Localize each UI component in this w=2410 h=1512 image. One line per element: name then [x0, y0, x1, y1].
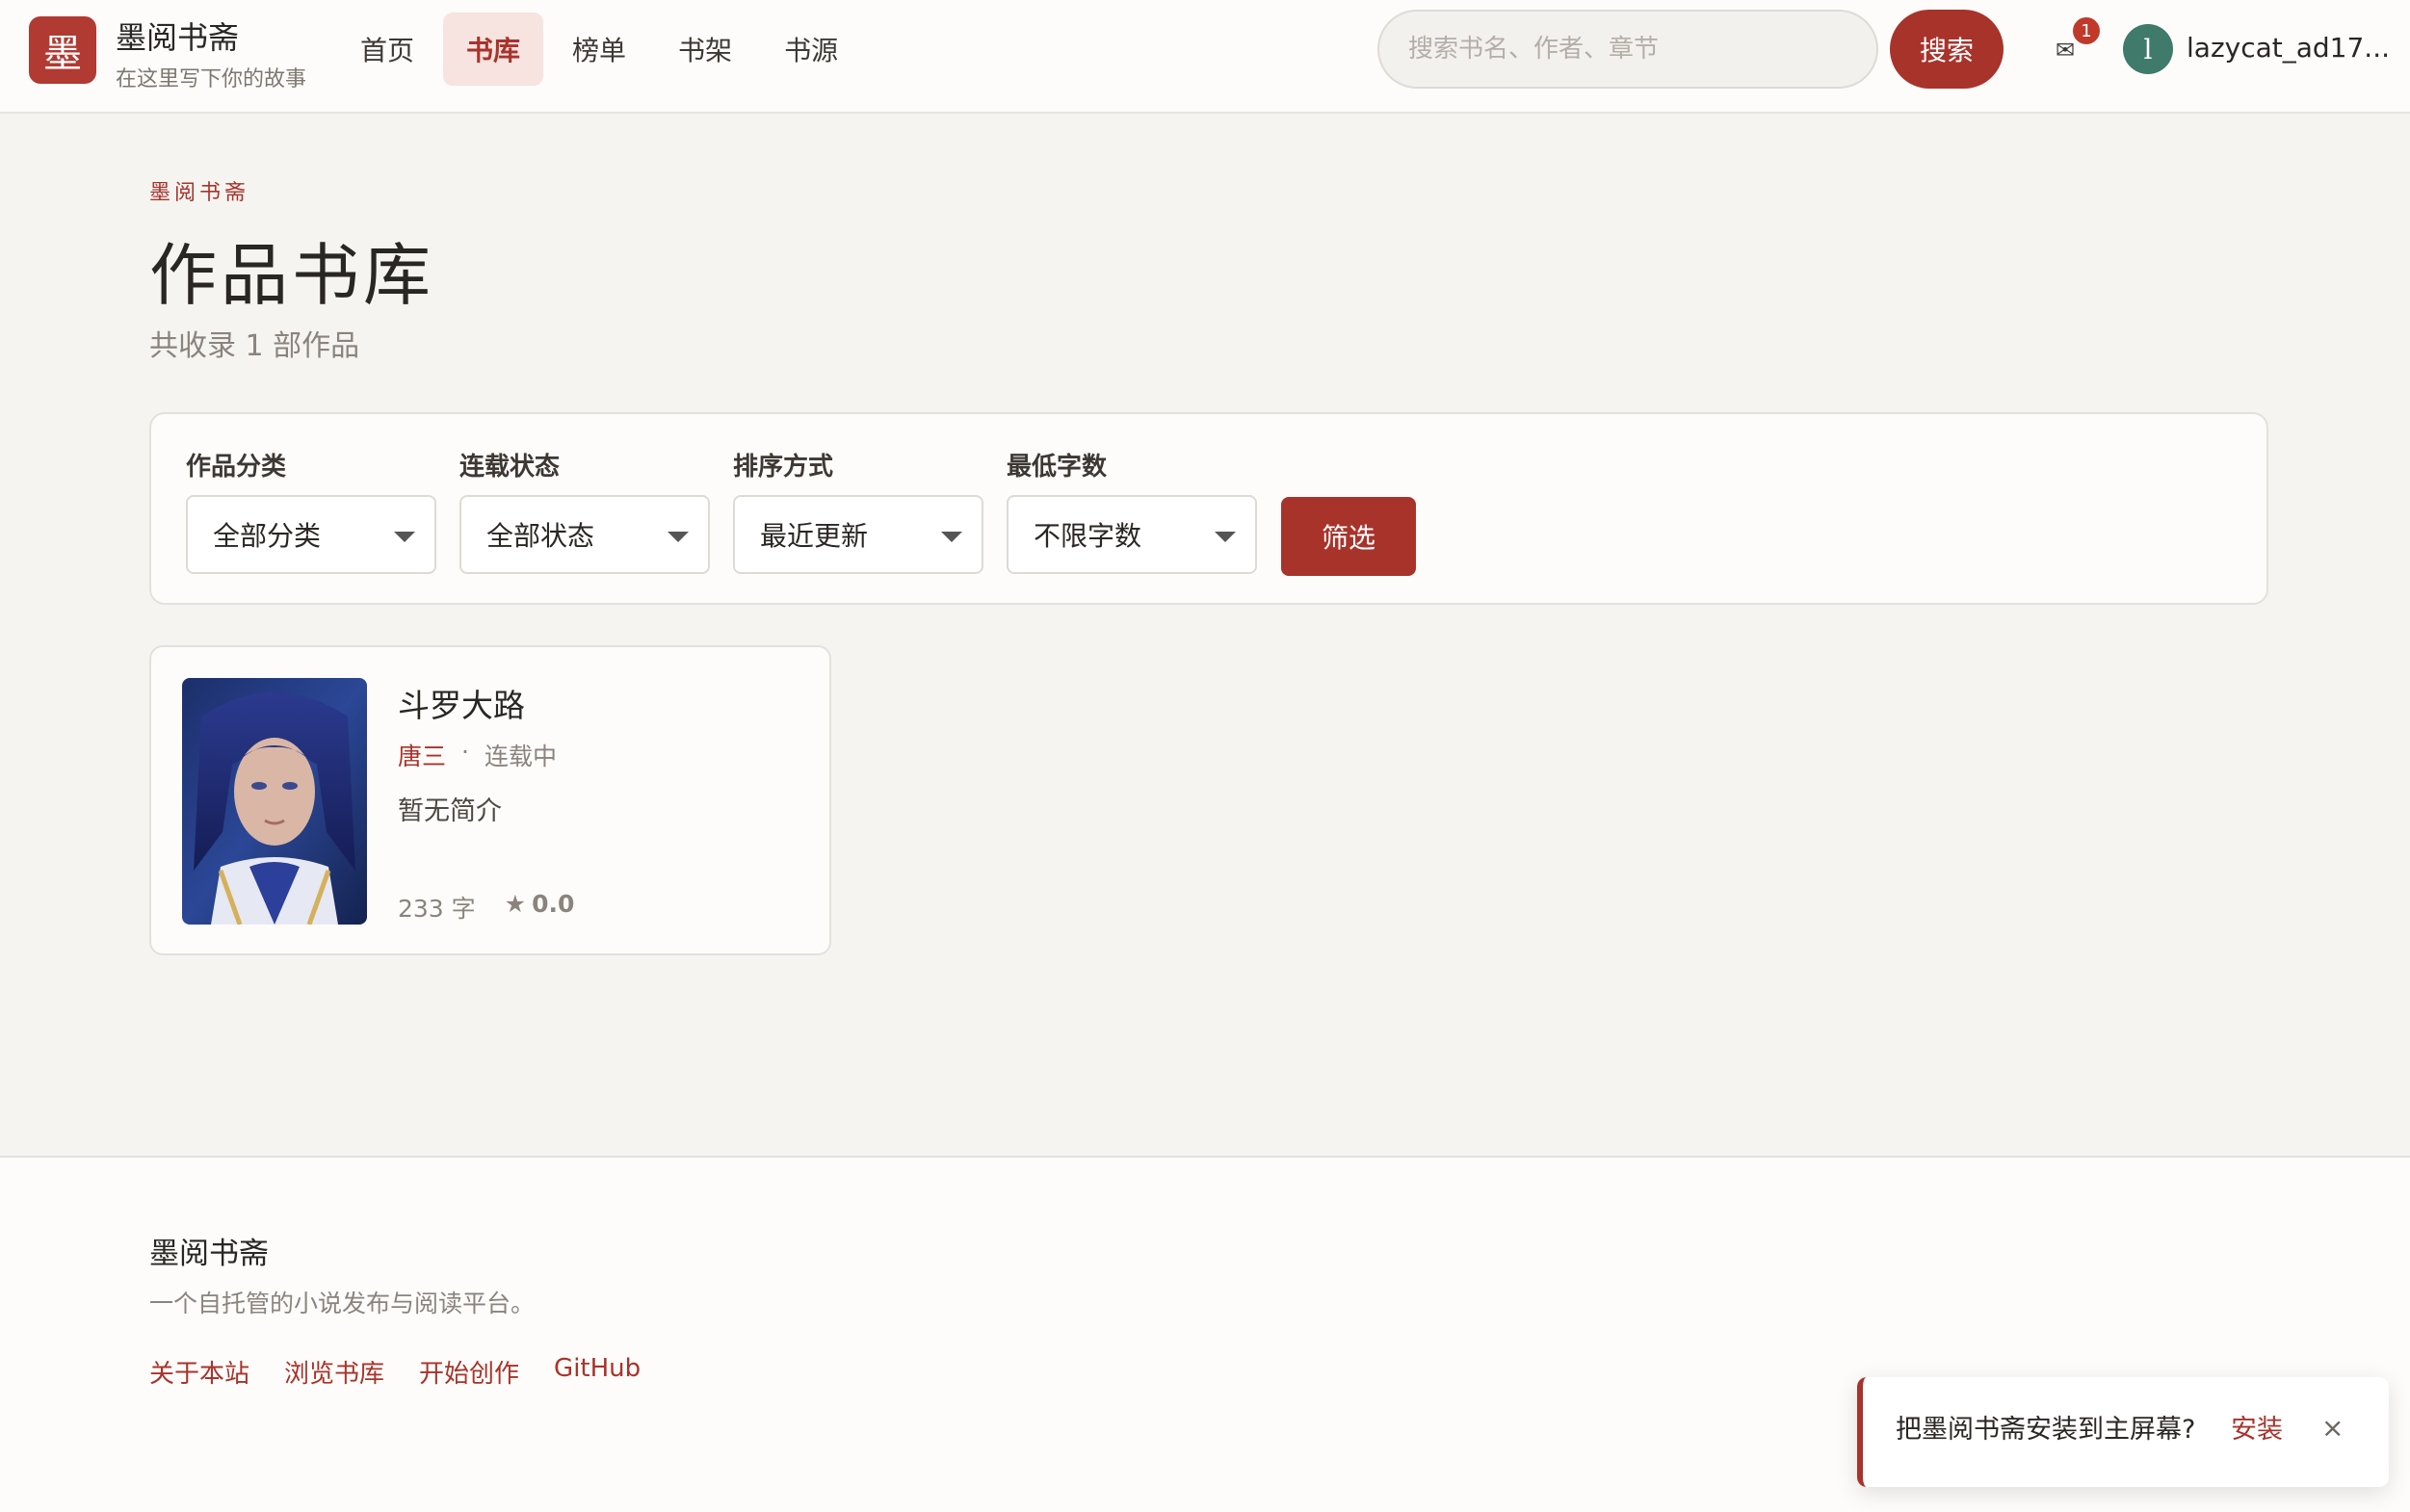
footer-link-github[interactable]: GitHub — [554, 1354, 641, 1390]
filter-panel: 作品分类 全部分类 连载状态 全部状态 排序方式 最近更新 最低字数 不限字数 … — [149, 412, 2268, 605]
install-button[interactable]: 安装 — [2231, 1408, 2283, 1446]
top-header: 墨 墨阅书斋 在这里写下你的故事 首页 书库 榜单 书架 书源 搜索 ✉ 1 l… — [0, 0, 2410, 114]
footer-link-write[interactable]: 开始创作 — [419, 1354, 519, 1390]
brand-name[interactable]: 墨阅书斋 — [116, 13, 239, 58]
book-card[interactable]: 斗罗大路 唐三 · 连载中 暂无简介 233 字 ★ 0.0 — [149, 645, 831, 955]
nav-home[interactable]: 首页 — [337, 13, 437, 86]
search-input[interactable] — [1377, 10, 1878, 89]
category-select[interactable]: 全部分类 — [186, 495, 436, 574]
site-logo[interactable]: 墨 — [29, 16, 96, 84]
min-words-select-value: 不限字数 — [1034, 520, 1142, 552]
filter-category: 作品分类 全部分类 — [186, 447, 436, 574]
meta-separator: · — [461, 738, 469, 766]
page-title: 作品书库 — [149, 236, 434, 315]
install-toast: 把墨阅书斋安装到主屏幕? 安装 × — [1857, 1377, 2389, 1487]
nav-rankings[interactable]: 榜单 — [549, 13, 649, 86]
filter-category-label: 作品分类 — [186, 453, 287, 482]
filter-min-words-label: 最低字数 — [1007, 453, 1108, 482]
username[interactable]: lazycat_ad17... — [2187, 32, 2390, 64]
rating-score: 0.0 — [532, 890, 575, 918]
filter-sort: 排序方式 最近更新 — [733, 447, 983, 574]
book-cover[interactable] — [182, 678, 367, 925]
footer-title: 墨阅书斋 — [149, 1237, 269, 1271]
install-prompt-text: 把墨阅书斋安装到主屏幕? — [1896, 1415, 2196, 1445]
sort-select[interactable]: 最近更新 — [733, 495, 983, 574]
star-icon: ★ — [504, 890, 527, 918]
filter-min-words: 最低字数 不限字数 — [1007, 447, 1257, 574]
filter-submit-button[interactable]: 筛选 — [1281, 497, 1416, 576]
word-count: 233 字 — [398, 895, 476, 923]
page-kicker: 墨阅书斋 — [149, 181, 250, 205]
mail-icon[interactable]: ✉ — [2056, 37, 2075, 64]
book-status: 连载中 — [484, 743, 557, 770]
book-meta: 唐三 · 连载中 — [398, 738, 557, 772]
filter-status-label: 连载状态 — [459, 453, 561, 482]
chevron-down-icon — [1215, 532, 1236, 542]
chevron-down-icon — [941, 532, 962, 542]
status-select[interactable]: 全部状态 — [459, 495, 710, 574]
nav-library[interactable]: 书库 — [443, 13, 544, 86]
sort-select-value: 最近更新 — [760, 520, 869, 552]
book-title[interactable]: 斗罗大路 — [398, 680, 525, 726]
footer-description: 一个自托管的小说发布与阅读平台。 — [149, 1290, 536, 1317]
filter-status: 连载状态 全部状态 — [459, 447, 710, 574]
main-nav: 首页 书库 榜单 书架 书源 — [337, 13, 867, 86]
close-icon[interactable]: × — [2321, 1412, 2344, 1444]
footer-link-about[interactable]: 关于本站 — [149, 1354, 249, 1390]
min-words-select[interactable]: 不限字数 — [1007, 495, 1257, 574]
chevron-down-icon — [668, 532, 689, 542]
search-button[interactable]: 搜索 — [1890, 10, 2004, 89]
footer-links: 关于本站 浏览书库 开始创作 GitHub — [149, 1354, 675, 1390]
footer-link-library[interactable]: 浏览书库 — [284, 1354, 384, 1390]
status-select-value: 全部状态 — [486, 520, 595, 552]
chevron-down-icon — [394, 532, 415, 542]
filter-sort-label: 排序方式 — [733, 453, 834, 482]
user-avatar[interactable]: l — [2123, 24, 2173, 74]
nav-sources[interactable]: 书源 — [761, 13, 861, 86]
book-cover-image — [182, 678, 367, 925]
work-count: 共收录 1 部作品 — [149, 329, 360, 363]
book-description: 暂无简介 — [398, 796, 502, 826]
brand-tagline: 在这里写下你的故事 — [116, 67, 307, 91]
nav-bookshelf[interactable]: 书架 — [655, 13, 755, 86]
book-stats: 233 字 ★ 0.0 — [398, 890, 574, 925]
book-author[interactable]: 唐三 — [398, 738, 446, 772]
category-select-value: 全部分类 — [213, 520, 322, 552]
unread-badge: 1 — [2071, 15, 2102, 46]
